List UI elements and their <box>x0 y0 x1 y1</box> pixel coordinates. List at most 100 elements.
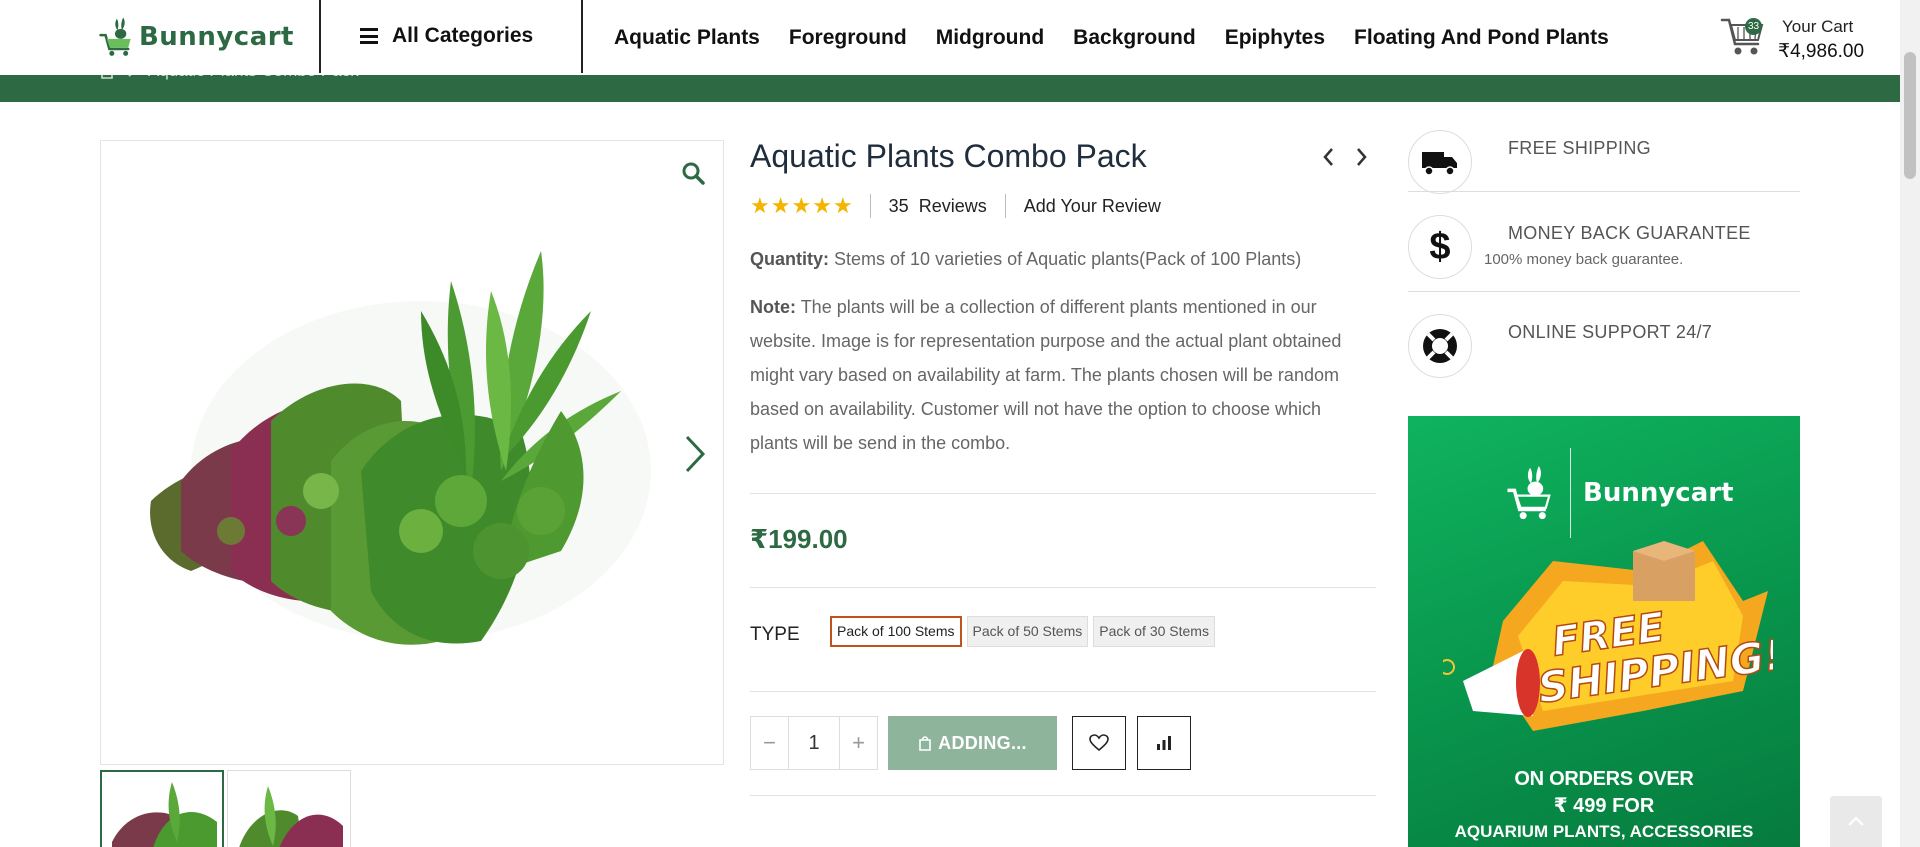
divider <box>750 493 1376 494</box>
heart-icon <box>1089 734 1109 752</box>
note-label: Note: <box>750 297 796 317</box>
banner-logo-divider <box>1570 448 1571 538</box>
scrollbar-thumb[interactable] <box>1904 52 1916 179</box>
page-scrollbar[interactable] <box>1900 0 1920 847</box>
quantity-description: Quantity: Stems of 10 varieties of Aquat… <box>750 249 1301 270</box>
free-shipping-banner[interactable]: Bunnycart FREE SHIPPING! ON ORDERS OVER … <box>1408 416 1800 847</box>
feature-money-back: $ MONEY BACK GUARANTEE 100% money back g… <box>1408 213 1800 313</box>
all-categories-button[interactable]: All Categories <box>360 24 533 48</box>
site-header: Bunnycart All Categories Aquatic Plants … <box>0 0 1900 75</box>
shopping-bag-icon <box>919 736 931 751</box>
cart-count-badge: 33 <box>1745 18 1762 35</box>
quantity-stepper: − 1 + <box>750 716 878 770</box>
thumbnail-image <box>112 782 217 847</box>
bunny-cart-logo-icon <box>1507 466 1551 520</box>
banner-line-2: ₹ 499 FOR <box>1553 795 1655 817</box>
note-text: The plants will be a collection of diffe… <box>750 297 1342 453</box>
banner-line-1: ON ORDERS OVER <box>1514 768 1694 790</box>
all-categories-label: All Categories <box>392 24 534 47</box>
star-icon: ★ <box>812 193 832 218</box>
wishlist-button[interactable] <box>1072 716 1126 770</box>
type-option-50[interactable]: Pack of 50 Stems <box>966 616 1089 647</box>
nav-item-foreground[interactable]: Foreground <box>789 26 907 50</box>
rating-row: ★ ★ ★ ★ ★ 35 Reviews Add Your Review <box>750 193 1161 219</box>
product-prev-next <box>1320 146 1370 168</box>
nav-item-aquatic-plants[interactable]: Aquatic Plants <box>614 26 760 50</box>
star-icon: ★ <box>832 193 853 218</box>
add-to-cart-label: ADDING... <box>938 732 1027 753</box>
bunny-cart-logo-icon <box>99 17 131 56</box>
header-divider <box>319 0 321 73</box>
main-nav: Aquatic Plants Foreground Midground Back… <box>614 26 1609 50</box>
product-image <box>150 251 651 645</box>
divider <box>1408 291 1800 292</box>
quantity-text: Stems of 10 varieties of Aquatic plants(… <box>834 249 1302 269</box>
chevron-right-icon[interactable] <box>1352 146 1370 168</box>
reviews-count: 35 <box>888 195 909 216</box>
divider <box>750 691 1376 692</box>
divider <box>1408 191 1800 192</box>
banner-logo-text: Bunnycart <box>1583 478 1734 508</box>
chevron-up-icon <box>1848 816 1864 826</box>
decrease-quantity-button[interactable]: − <box>751 717 788 769</box>
star-icon: ★ <box>750 193 770 218</box>
divider <box>1004 194 1006 218</box>
type-option-100[interactable]: Pack of 100 Stems <box>830 616 962 647</box>
lifebuoy-icon <box>1423 329 1457 363</box>
nav-item-epiphytes[interactable]: Epiphytes <box>1225 26 1325 50</box>
star-icon: ★ <box>791 193 811 218</box>
gallery-next-arrow-icon[interactable] <box>683 434 707 474</box>
nav-item-background[interactable]: Background <box>1073 26 1196 50</box>
logo-text: Bunnycart <box>138 22 294 52</box>
add-to-cart-button[interactable]: ADDING... <box>888 716 1057 770</box>
zoom-icon[interactable] <box>681 161 705 185</box>
chevron-left-icon[interactable] <box>1320 146 1338 168</box>
type-options: Pack of 100 Stems Pack of 50 Stems Pack … <box>830 616 1215 647</box>
feature-online-support: ONLINE SUPPORT 24/7 <box>1408 312 1800 412</box>
product-title: Aquatic Plants Combo Pack <box>750 138 1147 174</box>
increase-quantity-button[interactable]: + <box>840 717 877 769</box>
banner-offer-text: ON ORDERS OVER ₹ 499 FOR AQUARIUM PLANTS… <box>1408 768 1800 842</box>
product-info: Aquatic Plants Combo Pack ★ ★ ★ ★ ★ 35 R… <box>750 138 1376 796</box>
hamburger-icon <box>360 28 378 44</box>
feature-title: MONEY BACK GUARANTEE <box>1508 223 1751 243</box>
feature-icon-circle: $ <box>1408 215 1472 279</box>
nav-item-floating-pond-plants[interactable]: Floating And Pond Plants <box>1354 26 1609 50</box>
cart-label: Your Cart <box>1782 17 1854 36</box>
mini-cart[interactable]: 33 Your Cart ₹4,986.00 <box>1720 12 1890 64</box>
feature-icon-circle <box>1408 314 1472 378</box>
cart-icon <box>1720 18 1764 55</box>
site-logo[interactable]: Bunnycart <box>98 4 294 70</box>
nav-item-midground[interactable]: Midground <box>936 26 1044 50</box>
divider <box>750 795 1376 796</box>
feature-title: ONLINE SUPPORT 24/7 <box>1508 322 1713 342</box>
banner-logo: Bunnycart <box>1504 448 1734 538</box>
quantity-label: Quantity: <box>750 249 829 269</box>
banner-line-3: AQUARIUM PLANTS, ACCESSORIES <box>1454 822 1754 841</box>
quantity-input[interactable]: 1 <box>788 717 840 769</box>
divider <box>750 587 1376 588</box>
star-icon: ★ <box>770 193 791 218</box>
truck-icon <box>1422 152 1457 176</box>
feature-title: FREE SHIPPING <box>1508 138 1651 158</box>
add-review-link[interactable]: Add Your Review <box>1024 196 1161 217</box>
gallery-thumbnail[interactable] <box>227 770 351 847</box>
bar-chart-icon <box>1157 736 1171 750</box>
reviews-label: Reviews <box>918 195 987 216</box>
compare-button[interactable] <box>1137 716 1191 770</box>
type-label: TYPE <box>750 624 800 645</box>
product-image-gallery[interactable] <box>100 140 724 765</box>
product-price: ₹199.00 <box>750 524 848 554</box>
reviews-link[interactable]: 35 Reviews <box>889 196 987 217</box>
feature-icon-circle <box>1408 130 1472 194</box>
product-note: Note: The plants will be a collection of… <box>750 290 1370 460</box>
dollar-icon: $ <box>1429 225 1451 268</box>
header-divider <box>581 0 583 73</box>
free-shipping-promo-graphic: FREE SHIPPING! <box>1443 541 1773 731</box>
divider <box>869 194 871 218</box>
gallery-thumbnail[interactable] <box>100 770 224 847</box>
scroll-to-top-button[interactable] <box>1830 796 1882 847</box>
star-rating: ★ ★ ★ ★ ★ <box>750 193 853 219</box>
thumbnail-image <box>239 786 343 847</box>
type-option-30[interactable]: Pack of 30 Stems <box>1093 616 1215 647</box>
